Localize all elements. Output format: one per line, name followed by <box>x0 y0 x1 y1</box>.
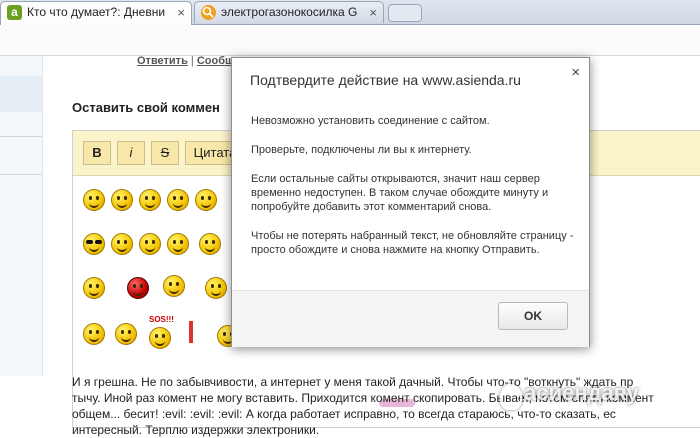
smiley-icon[interactable] <box>149 327 171 349</box>
close-icon[interactable]: × <box>571 64 580 81</box>
tab-close-icon[interactable]: × <box>369 2 377 23</box>
dialog-message: Невозможно установить соединение с сайто… <box>251 114 576 272</box>
comment-line: интересный. Терплю издержки электроники. <box>72 423 320 437</box>
tab-close-icon[interactable]: × <box>177 2 185 23</box>
dialog-footer: OK <box>232 290 589 347</box>
smiley-icon[interactable] <box>167 189 189 211</box>
ok-button[interactable]: OK <box>498 302 568 330</box>
strike-button[interactable]: S <box>151 141 179 165</box>
watermark-logo-icon <box>500 384 522 410</box>
dialog-title: Подтвердите действие на www.asienda.ru <box>250 72 521 88</box>
smiley-icon[interactable] <box>199 233 221 255</box>
watermark: асиендаʀу <box>524 380 639 405</box>
smiley-icon[interactable] <box>127 277 149 299</box>
smiley-icon[interactable] <box>111 233 133 255</box>
dialog-paragraph: Если остальные сайты открываются, значит… <box>251 173 549 213</box>
smiley-icon[interactable] <box>167 233 189 255</box>
confirm-dialog: Подтвердите действие на www.asienda.ru ×… <box>231 57 590 347</box>
tab-lawnmower[interactable]: электрогазонокосилка G × <box>194 1 384 23</box>
smiley-icon[interactable] <box>115 323 137 345</box>
sos-label: SOS!!! <box>149 315 174 324</box>
smiley-icon[interactable] <box>139 189 161 211</box>
tab-diary[interactable]: a Кто что думает?: Дневни × <box>0 1 192 25</box>
dialog-paragraph: Чтобы не потерять набранный текст, не об… <box>251 230 574 256</box>
italic-button[interactable]: i <box>117 141 145 165</box>
red-bar-icon[interactable] <box>189 321 193 343</box>
sidebar-divider <box>0 136 42 137</box>
smiley-icon[interactable] <box>83 277 105 299</box>
tab-strip: a Кто что думает?: Дневни × электрогазон… <box>0 0 700 25</box>
comment-line: общем... бесит! :evil: :evil: :evil: А к… <box>72 407 616 421</box>
dialog-paragraph: Невозможно установить соединение с сайто… <box>251 115 490 127</box>
smiley-icon[interactable] <box>163 275 185 297</box>
link-separator: | <box>190 55 194 67</box>
smiley-icon[interactable] <box>83 323 105 345</box>
tab-title: Кто что думает?: Дневни <box>27 5 166 19</box>
left-sidebar <box>0 56 43 376</box>
reply-link[interactable]: Ответить <box>137 55 188 67</box>
message-link[interactable]: Сообщ <box>197 55 234 67</box>
site-favicon-icon: a <box>7 5 22 20</box>
smiley-icon[interactable] <box>83 189 105 211</box>
browser-toolbar <box>0 25 700 56</box>
smiley-icon[interactable] <box>205 277 227 299</box>
smiley-icon[interactable] <box>139 233 161 255</box>
comment-form-heading: Оставить свой коммен <box>72 100 220 115</box>
bold-button[interactable]: B <box>83 141 111 165</box>
new-tab-button[interactable] <box>388 4 422 22</box>
sidebar-selected-item[interactable] <box>0 76 42 112</box>
smiley-icon[interactable] <box>83 233 105 255</box>
comment-actions: Ответить | Сообщ <box>137 55 234 67</box>
tab-title: электрогазонокосилка G <box>221 5 358 19</box>
smiley-icon[interactable] <box>111 189 133 211</box>
sidebar-divider <box>0 174 42 175</box>
search-favicon-icon <box>201 5 216 20</box>
dialog-paragraph: Проверьте, подключены ли вы к интернету. <box>251 144 472 156</box>
smiley-icon[interactable] <box>195 189 217 211</box>
